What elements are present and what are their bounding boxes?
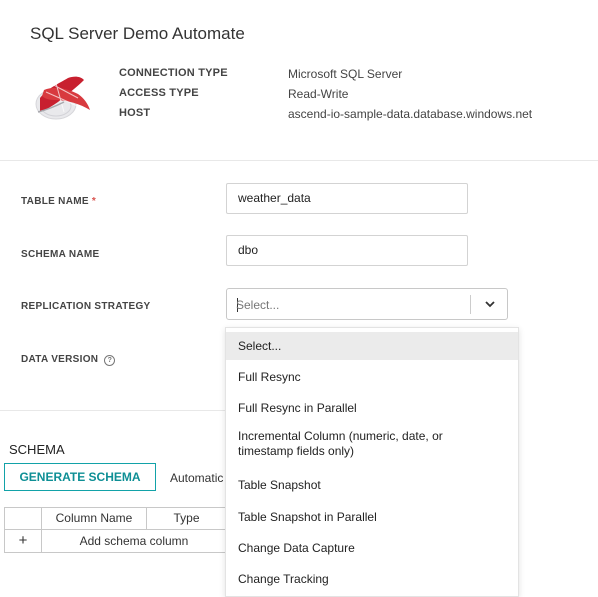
dropdown-option-change-tracking[interactable]: Change Tracking [226,565,518,593]
incremental-line-1: Incremental Column (numeric, date, or [238,429,443,443]
replication-strategy-label: REPLICATION STRATEGY [21,301,151,312]
data-version-label-text: DATA VERSION [21,354,99,365]
table-header-blank [4,507,42,530]
column-header-type: Type [146,507,226,530]
replication-strategy-value: Select... [236,298,280,312]
dropdown-option-table-snapshot[interactable]: Table Snapshot [226,471,518,499]
access-type-value: Read-Write [288,87,349,101]
host-value: ascend-io-sample-data.database.windows.n… [288,107,533,121]
connection-type-value: Microsoft SQL Server [288,67,403,81]
data-version-label: DATA VERSION ? [21,354,116,366]
table-name-input[interactable]: weather_data [226,183,468,214]
required-indicator: * [91,196,97,207]
dropdown-option-change-data-capture[interactable]: Change Data Capture [226,534,518,562]
section-divider [0,410,225,411]
add-schema-column-button[interactable]: Add schema column [41,529,226,553]
table-name-label-text: TABLE NAME [21,196,89,207]
sql-server-logo-icon [34,68,98,124]
schema-section-title: SCHEMA [9,442,65,457]
automatic-option-label[interactable]: Automatic [170,471,223,485]
dropdown-option-select[interactable]: Select... [226,332,518,360]
generate-schema-button[interactable]: GENERATE SCHEMA [4,463,156,491]
help-circle-icon[interactable]: ? [104,355,116,366]
connection-title: SQL Server Demo Automate [30,24,245,43]
plus-icon[interactable]: + [4,529,42,553]
schema-name-label: SCHEMA NAME [21,249,100,260]
incremental-line-2: timestamp fields only) [238,444,355,458]
connection-type-label: CONNECTION TYPE [119,67,228,79]
chevron-down-icon[interactable] [484,298,496,313]
access-type-label: ACCESS TYPE [119,87,199,99]
select-separator [470,295,471,314]
replication-strategy-dropdown: Select... Full Resync Full Resync in Par… [225,327,519,597]
header-divider [0,160,598,161]
dropdown-option-table-snapshot-parallel[interactable]: Table Snapshot in Parallel [226,503,518,531]
table-name-label: TABLE NAME * [21,196,96,207]
replication-strategy-select[interactable]: Select... [226,288,508,320]
dropdown-option-full-resync[interactable]: Full Resync [226,363,518,391]
dropdown-option-incremental-column[interactable]: Incremental Column (numeric, date, or ti… [226,429,518,465]
host-label: HOST [119,107,151,119]
column-header-name: Column Name [41,507,147,530]
schema-name-input[interactable]: dbo [226,235,468,266]
dropdown-option-full-resync-parallel[interactable]: Full Resync in Parallel [226,394,518,422]
